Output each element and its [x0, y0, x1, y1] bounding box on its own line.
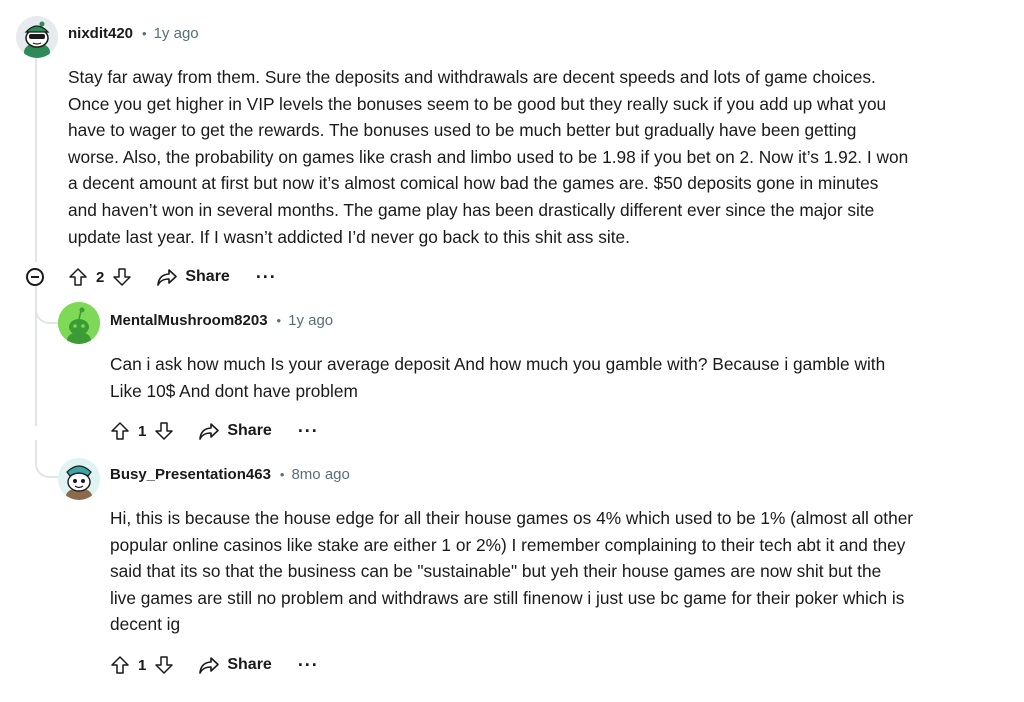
comment-line: Like 10$ And dont have problem: [110, 380, 358, 401]
share-button[interactable]: Share: [156, 267, 230, 287]
downvote-icon: [155, 422, 174, 440]
share-label: Share: [185, 268, 230, 285]
upvote-icon: [69, 268, 87, 286]
comment-line: Once you get higher in VIP levels the bo…: [68, 93, 887, 114]
snoo-avatar-icon: [58, 302, 100, 344]
comment-meta: nixdit420 • 1y ago: [68, 25, 199, 42]
comment-line: Hi, this is because the house edge for a…: [110, 508, 914, 528]
share-icon: [199, 657, 220, 674]
upvote-button[interactable]: [108, 653, 132, 677]
collapse-thread-button[interactable]: [26, 268, 44, 286]
share-label: Share: [227, 422, 272, 439]
comment-line: and haven’t won in several months. The g…: [68, 199, 875, 220]
comment-body: Stay far away from them. Sure the deposi…: [68, 64, 1013, 250]
upvote-icon: [111, 422, 129, 440]
username[interactable]: Busy_Presentation463: [110, 466, 271, 483]
share-label: Share: [227, 656, 272, 673]
thread-branch-1: [35, 300, 59, 324]
comment-line: worse. Also, the probability on games li…: [68, 146, 909, 167]
avatar[interactable]: [58, 302, 100, 344]
username[interactable]: nixdit420: [68, 25, 133, 42]
upvote-button[interactable]: [108, 419, 132, 443]
more-options-button[interactable]: ···: [256, 267, 277, 288]
vote-count: 1: [138, 422, 147, 440]
comment-actions: 1 Share ···: [108, 416, 319, 446]
avatar[interactable]: [58, 458, 100, 500]
downvote-button[interactable]: [152, 419, 176, 443]
upvote-button[interactable]: [66, 265, 90, 289]
comment-actions: 1 Share ···: [108, 650, 319, 680]
snoo-avatar-icon: [16, 16, 58, 58]
vote-count: 2: [96, 268, 105, 286]
comment-actions: 2 Share ···: [66, 262, 277, 292]
snoo-avatar-icon: [58, 458, 100, 500]
username[interactable]: MentalMushroom8203: [110, 312, 268, 329]
comment-meta: MentalMushroom8203 • 1y ago: [110, 312, 333, 329]
comment-line: Can i ask how much Is your average depos…: [110, 354, 886, 374]
avatar[interactable]: [16, 16, 58, 58]
more-options-button[interactable]: ···: [298, 655, 319, 676]
dot-separator: •: [279, 467, 285, 482]
downvote-icon: [155, 656, 174, 674]
comment-body: Hi, this is because the house edge for a…: [110, 505, 1020, 638]
share-button[interactable]: Share: [198, 421, 272, 441]
comment-body: Can i ask how much Is your average depos…: [110, 351, 1010, 404]
share-button[interactable]: Share: [198, 655, 272, 675]
dot-separator: •: [142, 26, 147, 41]
more-options-button[interactable]: ···: [298, 421, 319, 442]
comment-line: decent ig: [110, 614, 181, 635]
downvote-button[interactable]: [152, 653, 176, 677]
comment-meta: Busy_Presentation463 • 8mo ago: [110, 466, 350, 483]
downvote-icon: [113, 268, 132, 286]
comment-line: update last year. If I wasn’t addicted I…: [68, 226, 630, 247]
comment-line: said that its so that the business can b…: [110, 561, 882, 582]
share-icon: [157, 269, 178, 286]
comment-line: have to wager to get the rewards. The bo…: [68, 120, 857, 141]
comment-line: Stay far away from them. Sure the deposi…: [68, 67, 876, 87]
timestamp[interactable]: 8mo ago: [291, 466, 349, 483]
comment-line: popular online casinos like stake are ei…: [110, 534, 906, 555]
minus-icon: [31, 276, 39, 278]
thread-branch-2: [35, 440, 59, 478]
vote-count: 1: [138, 656, 147, 674]
dot-separator: •: [276, 313, 282, 328]
timestamp[interactable]: 1y ago: [154, 25, 199, 42]
share-icon: [199, 423, 220, 440]
downvote-button[interactable]: [110, 265, 134, 289]
comment-line: a decent amount at first but now it’s al…: [68, 173, 879, 194]
comment-line: live games are still no problem and with…: [110, 587, 905, 608]
upvote-icon: [111, 656, 129, 674]
thread-line-main: [35, 58, 37, 262]
timestamp[interactable]: 1y ago: [288, 312, 333, 329]
